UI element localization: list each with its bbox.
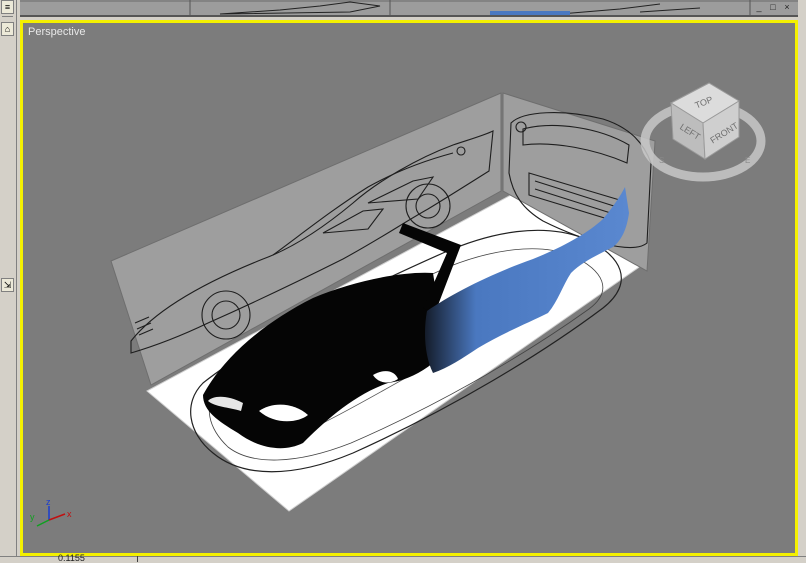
compass-east-label: E: [745, 156, 750, 165]
close-button[interactable]: ×: [782, 3, 792, 12]
compass-south-label: S: [659, 156, 664, 165]
axis-y-label: y: [30, 512, 35, 522]
maximize-icon[interactable]: ⇲: [1, 278, 14, 292]
viewcube[interactable]: TOP LEFT FRONT S E: [640, 82, 766, 182]
left-toolbar: ≡ ⌂ ⇲: [0, 0, 17, 562]
viewport-label[interactable]: Perspective: [28, 26, 85, 38]
viewport-config-icon[interactable]: ≡: [1, 0, 14, 14]
top-viewport[interactable]: _ □ ×: [20, 0, 798, 17]
arc-rotate-icon[interactable]: ⌂: [1, 22, 14, 36]
minimize-button[interactable]: _: [754, 3, 764, 12]
top-viewport-drawing: [20, 0, 798, 15]
restore-button[interactable]: □: [768, 3, 778, 12]
status-divider: [137, 556, 138, 562]
scene-canvas[interactable]: TOP LEFT FRONT S E z x y: [23, 23, 795, 553]
axis-z-label: z: [46, 497, 51, 507]
divider: [2, 16, 13, 17]
axis-tripod: z x y: [30, 497, 72, 527]
axis-x-label: x: [67, 509, 72, 519]
perspective-viewport[interactable]: TOP LEFT FRONT S E z x y Perspective: [20, 20, 798, 556]
